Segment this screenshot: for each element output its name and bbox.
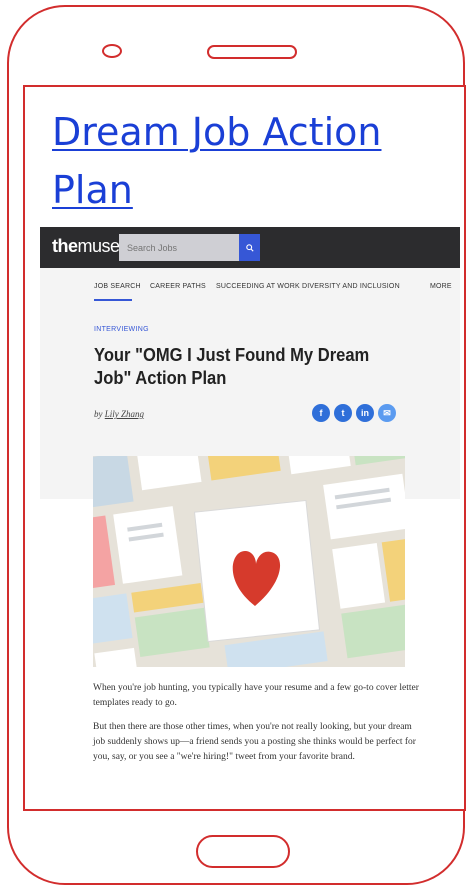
- byline: by Lily Zhang: [94, 409, 144, 419]
- site-logo[interactable]: themuse: [52, 236, 120, 257]
- article-paragraph: When you're job hunting, you typically h…: [93, 683, 419, 708]
- article-hero-image: [93, 456, 405, 667]
- article-paragraph: But then there are those other times, wh…: [93, 722, 416, 762]
- linkedin-icon[interactable]: in: [356, 404, 374, 422]
- home-button[interactable]: [196, 835, 290, 868]
- email-icon[interactable]: ✉: [378, 404, 396, 422]
- nav-active-indicator: [94, 299, 132, 301]
- nav-succeeding-at-work[interactable]: SUCCEEDING AT WORK: [216, 283, 300, 290]
- phone-screen: Dream Job Action Plan themuse JOB SEARCH…: [23, 85, 466, 811]
- byline-prefix: by: [94, 409, 103, 419]
- logo-bold-text: the: [52, 236, 78, 256]
- speaker-grille: [207, 45, 297, 59]
- author-link[interactable]: Lily Zhang: [105, 409, 144, 419]
- category-nav: JOB SEARCH CAREER PATHS SUCCEEDING AT WO…: [40, 268, 460, 306]
- twitter-icon[interactable]: t: [334, 404, 352, 422]
- search-input[interactable]: [119, 234, 239, 261]
- search-icon: [245, 243, 254, 252]
- page-title-link[interactable]: Dream Job Action Plan: [52, 110, 381, 212]
- nav-more[interactable]: MORE: [430, 283, 452, 290]
- article-screenshot: themuse JOB SEARCH CAREER PATHS SUCCEEDI…: [40, 227, 460, 787]
- nav-job-search[interactable]: JOB SEARCH: [94, 283, 141, 290]
- article-category[interactable]: INTERVIEWING: [94, 326, 149, 333]
- page-title: Dream Job Action Plan: [52, 103, 432, 219]
- nav-career-paths[interactable]: CAREER PATHS: [150, 283, 206, 290]
- facebook-icon[interactable]: f: [312, 404, 330, 422]
- nav-diversity-inclusion[interactable]: DIVERSITY AND INCLUSION: [302, 283, 400, 290]
- article-title: Your "OMG I Just Found My Dream Job" Act…: [94, 345, 370, 388]
- logo-light-text: muse: [77, 236, 121, 256]
- search-button[interactable]: [239, 234, 260, 261]
- site-header: themuse: [40, 227, 460, 268]
- camera-icon: [102, 44, 122, 58]
